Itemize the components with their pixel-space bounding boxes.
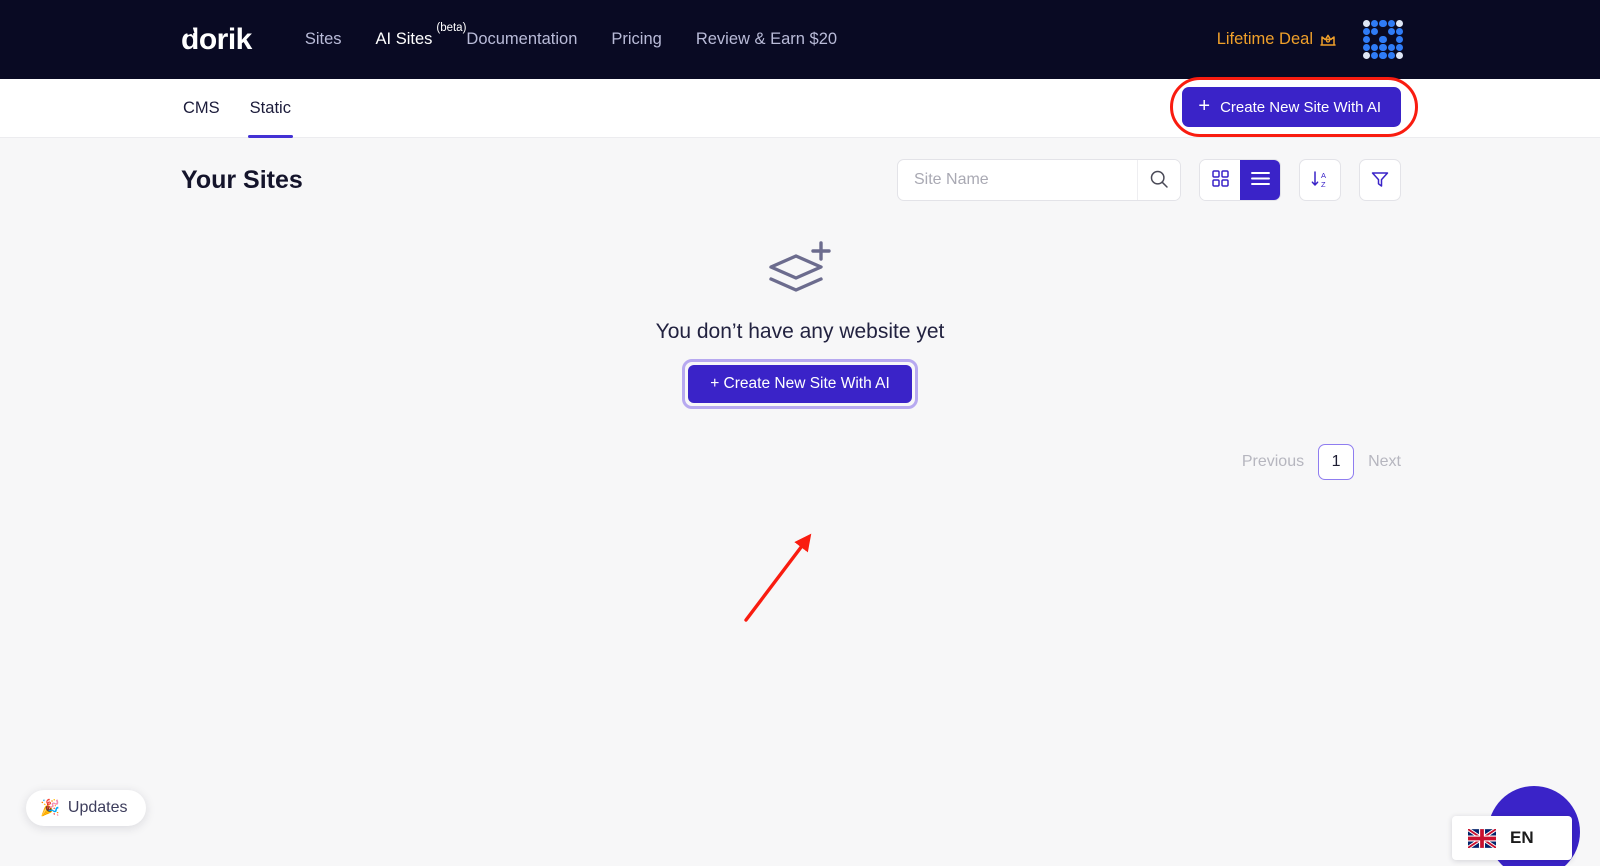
updates-widget[interactable]: 🎉 Updates [26, 790, 146, 826]
pagination-next[interactable]: Next [1368, 453, 1401, 471]
updates-label: Updates [67, 799, 128, 816]
lifetime-deal-link[interactable]: Lifetime Deal [1217, 30, 1337, 49]
crown-icon [1319, 32, 1337, 48]
tab-cms[interactable]: CMS [181, 79, 222, 138]
language-selector[interactable]: EN [1452, 816, 1572, 860]
search-icon [1149, 169, 1169, 192]
list-view-icon [1250, 171, 1270, 189]
nav-link-review-earn[interactable]: Review & Earn $20 [696, 30, 837, 49]
create-new-site-button[interactable]: + Create New Site With AI [1182, 87, 1401, 127]
empty-state-message: You don’t have any website yet [655, 320, 945, 343]
nav-link-sites[interactable]: Sites [305, 30, 342, 49]
sites-toolbar: A Z [897, 159, 1401, 201]
navbar-links: Sites AI Sites (beta) Documentation Prici… [305, 22, 837, 49]
search-box [897, 159, 1181, 201]
create-new-site-label: Create New Site With AI [1220, 98, 1381, 116]
filter-funnel-icon [1370, 169, 1390, 192]
view-tabs: CMS Static [181, 79, 294, 138]
nav-link-ai-sites-label: AI Sites [375, 30, 433, 48]
svg-text:Z: Z [1321, 180, 1326, 189]
sub-header: CMS Static + Create New Site With AI [0, 77, 1600, 138]
top-navbar: dorik Sites AI Sites (beta) Documentation… [0, 0, 1600, 79]
beta-badge: (beta) [436, 22, 467, 34]
create-site-cta-wrap: + Create New Site With AI [1170, 77, 1419, 137]
nav-link-ai-sites[interactable]: AI Sites (beta) [375, 22, 467, 49]
empty-create-new-site-button[interactable]: + Create New Site With AI [688, 365, 912, 403]
search-button[interactable] [1137, 160, 1180, 200]
lifetime-deal-label: Lifetime Deal [1216, 30, 1313, 48]
pagination-previous[interactable]: Previous [1242, 453, 1304, 471]
party-popper-icon: 🎉 [40, 800, 60, 817]
tab-static[interactable]: Static [247, 79, 294, 138]
nav-link-pricing[interactable]: Pricing [611, 30, 661, 49]
language-label: EN [1510, 828, 1534, 847]
pagination: Previous 1 Next [1242, 444, 1401, 480]
sort-button[interactable]: A Z [1299, 159, 1341, 201]
search-input[interactable] [898, 160, 1137, 200]
uk-flag-icon [1466, 827, 1498, 849]
empty-create-button-ring: + Create New Site With AI [682, 359, 918, 409]
logo-text: dorik [181, 22, 252, 56]
svg-text:A: A [1321, 171, 1326, 180]
annotation-arrow [744, 533, 812, 622]
dorik-logo[interactable]: dorik [181, 22, 252, 56]
page-title: Your Sites [181, 166, 303, 194]
empty-state: You don’t have any website yet + Create … [0, 239, 1600, 409]
navbar-left: dorik Sites AI Sites (beta) Documentation… [0, 22, 837, 56]
plus-icon: + [1198, 95, 1211, 117]
pagination-page-1[interactable]: 1 [1318, 444, 1355, 480]
sort-az-icon: A Z [1310, 169, 1330, 192]
filter-button[interactable] [1359, 159, 1401, 201]
main-content: Your Sites Site Name A Z You don’t have … [0, 139, 1600, 866]
avatar[interactable] [1363, 19, 1403, 60]
view-toggle-group [1199, 159, 1281, 201]
navbar-right: Lifetime Deal [1217, 19, 1600, 60]
grid-view-icon [1211, 170, 1229, 190]
app-root: dorik Sites AI Sites (beta) Documentation… [0, 0, 1600, 866]
nav-link-documentation[interactable]: Documentation [466, 30, 577, 49]
grid-view-button[interactable] [1200, 160, 1240, 200]
layers-plus-icon [763, 239, 837, 306]
list-view-button[interactable] [1240, 160, 1280, 200]
